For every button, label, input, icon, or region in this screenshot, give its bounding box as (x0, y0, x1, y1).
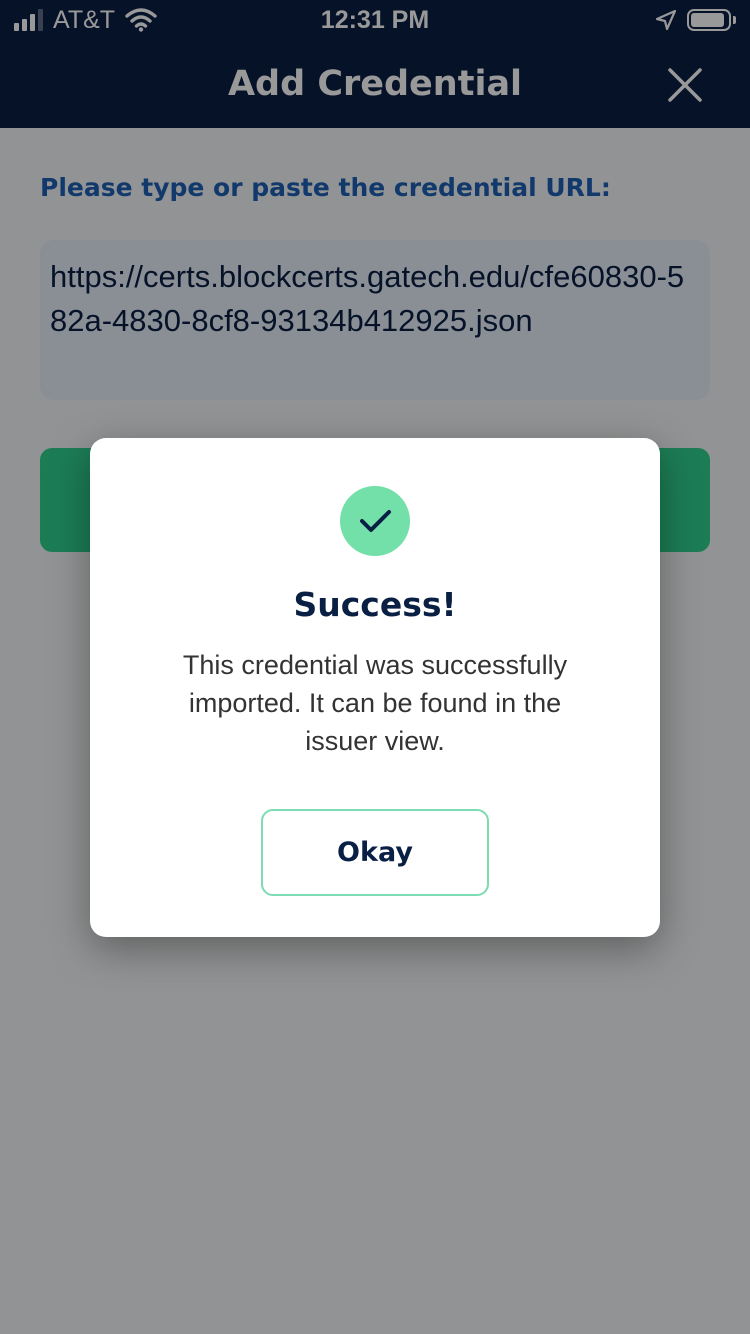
dialog-message: This credential was successfully importe… (182, 650, 568, 756)
dialog-title: Success! (293, 585, 457, 624)
success-dialog: Success! This credential was successfull… (90, 438, 660, 937)
checkmark-icon (360, 510, 391, 532)
okay-button[interactable]: Okay (261, 809, 489, 896)
check-circle-icon (340, 486, 410, 556)
